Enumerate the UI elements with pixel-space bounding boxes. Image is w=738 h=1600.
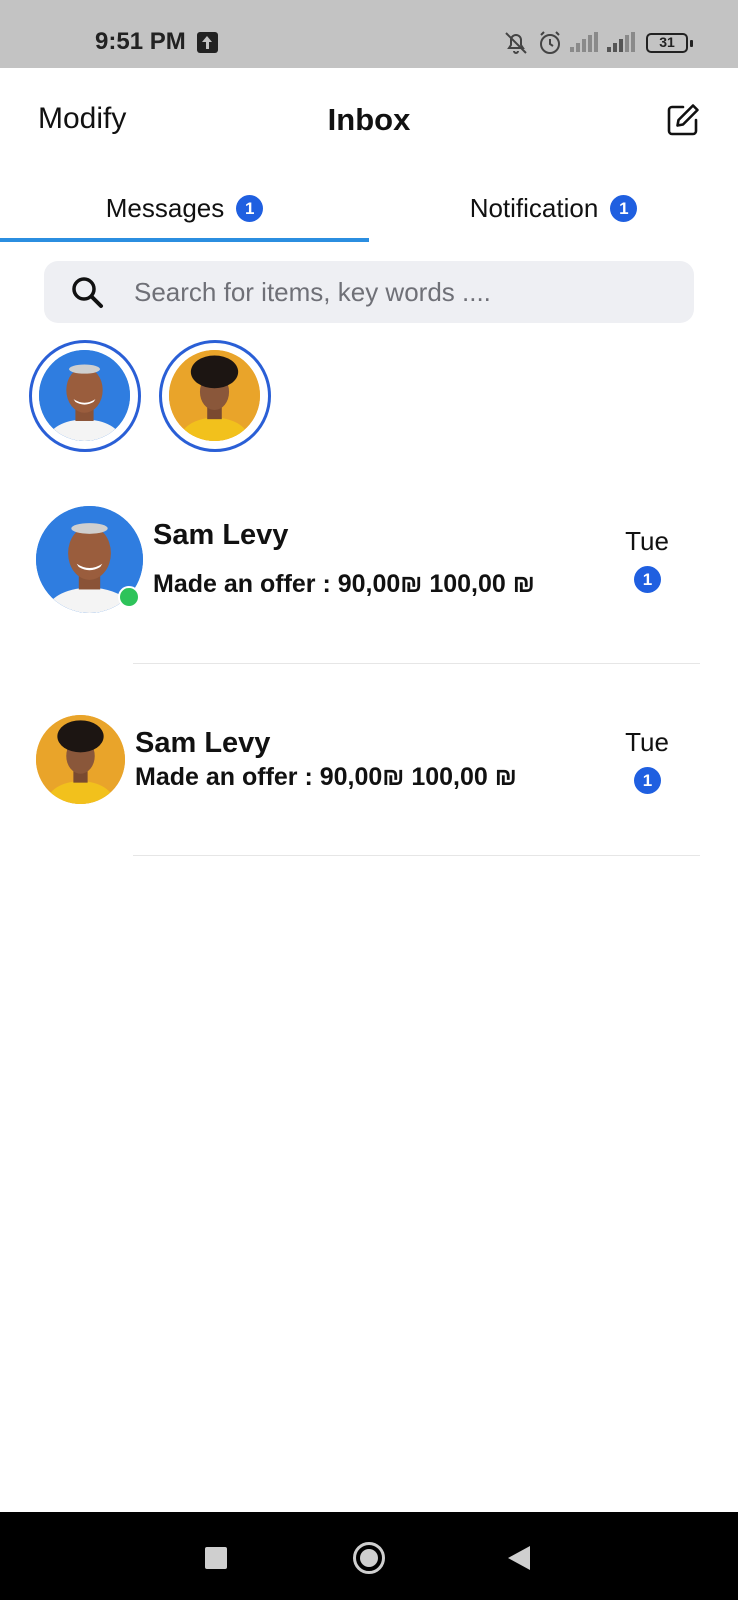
signal-icon [607,32,635,52]
story-avatar-2[interactable] [159,340,271,452]
conversation-preview[interactable]: Made an offer : 90,00₪ 100,00 ₪ [135,763,517,792]
search-icon [72,277,103,308]
unread-badge: 1 [634,566,661,593]
page-title: Inbox [327,102,411,137]
conversation-time: Tue [625,526,669,556]
tab-notification-label: Notification [469,192,599,223]
tab-notification[interactable]: Notification 1 [369,178,738,238]
tab-indicator [0,238,369,242]
conversation-preview[interactable]: Made an offer : 90,00₪ 100,00 ₪ [153,570,535,599]
search-input[interactable] [134,261,674,323]
divider [133,663,700,664]
unread-badge: 1 [634,767,661,794]
alarm-icon [540,31,560,54]
story-avatar-1[interactable] [29,340,141,452]
tab-messages[interactable]: Messages 1 [0,178,369,238]
conversation-time: Tue [625,727,669,757]
divider [133,855,700,856]
conversation-name[interactable]: Sam Levy [135,727,270,760]
tab-notification-badge: 1 [610,194,638,222]
online-status-dot [118,586,140,608]
recents-icon[interactable] [205,1547,227,1569]
conversation-name[interactable]: Sam Levy [153,519,288,552]
avatar [39,350,130,441]
compose-icon[interactable] [666,103,700,137]
battery-level: 31 [659,34,675,50]
home-icon[interactable] [353,1542,385,1574]
upload-icon [197,32,218,53]
signal-icon [570,32,598,52]
battery-icon: 31 [646,33,693,53]
avatar [169,350,260,441]
mute-icon [505,32,527,54]
system-nav-bar [0,1512,738,1600]
back-icon[interactable] [508,1546,530,1570]
conversation-avatar[interactable] [36,715,125,804]
status-bar: 9:51 PM 31 [0,0,738,68]
tab-messages-label: Messages [105,192,225,223]
status-time: 9:51 PM [95,28,186,55]
search-bar [44,261,694,323]
tab-messages-badge: 1 [236,194,264,222]
